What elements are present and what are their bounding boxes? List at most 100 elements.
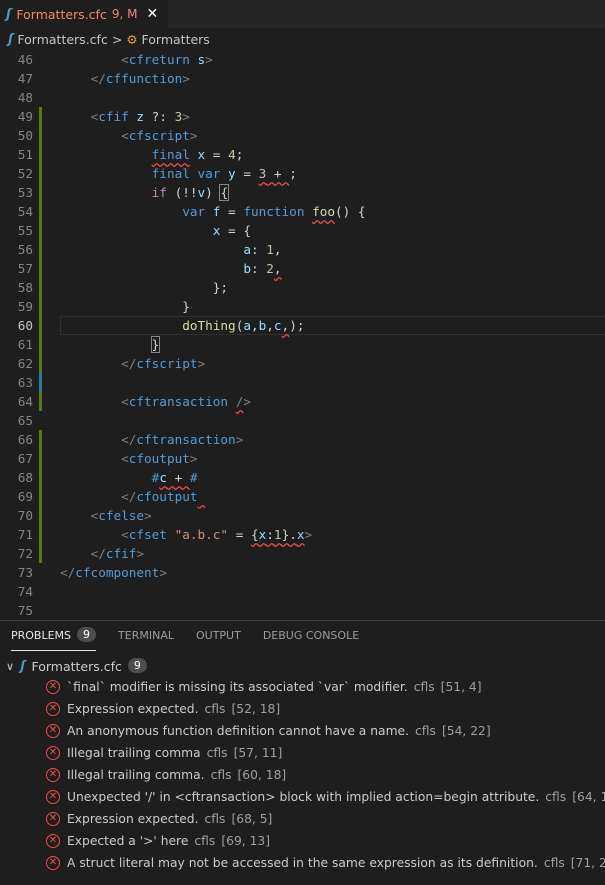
code-token: 1 <box>266 242 274 257</box>
code-token: cfif <box>105 546 137 561</box>
editor-tab-formatters[interactable]: ʃ Formatters.cfc 9, M ✕ <box>0 0 169 28</box>
coldfusion-file-icon: ʃ <box>6 6 12 22</box>
code-line[interactable]: 72 </cfif> <box>0 544 605 563</box>
gutter-modified-marker <box>39 354 42 373</box>
code-line[interactable]: 66 </cftransaction> <box>0 430 605 449</box>
problem-item[interactable]: ✕ A struct literal may not be accessed in… <box>0 852 605 874</box>
line-number: 65 <box>17 413 33 428</box>
code-token: v <box>197 185 206 200</box>
code-token: > <box>182 109 190 124</box>
code-text: <cfreturn s> <box>60 50 213 69</box>
problem-item[interactable]: ✕ Expected a '>' here cfls [69, 13] <box>0 830 605 852</box>
code-line[interactable]: 55 x = { <box>0 221 605 240</box>
code-token: > <box>189 128 198 143</box>
line-number: 72 <box>17 546 33 561</box>
gutter-modified-marker <box>39 240 42 259</box>
code-text: <cfset "a.b.c" = {x:1}.x> <box>60 525 312 544</box>
error-icon: ✕ <box>46 680 60 694</box>
problem-item[interactable]: ✕ Illegal trailing comma. cfls [60, 18] <box>0 764 605 786</box>
line-number: 75 <box>17 603 33 618</box>
code-line[interactable]: 48 <box>0 88 605 107</box>
problem-msg: Expression expected. <box>67 702 199 716</box>
line-number: 71 <box>17 527 33 542</box>
code-token: cffunction <box>105 71 183 86</box>
problem-item[interactable]: ✕ Unexpected '/' in <cftransaction> block… <box>0 786 605 808</box>
code-line[interactable]: 58 }; <box>0 278 605 297</box>
code-line[interactable]: 75 <box>0 601 605 620</box>
breadcrumb: ʃ Formatters.cfc > ⚙ Formatters <box>0 28 605 50</box>
code-line[interactable]: 57 b: 2, <box>0 259 605 278</box>
tab-debug-console[interactable]: Debug Console <box>263 629 359 651</box>
panel-tabs: Problems 9 Terminal Output Debug Console <box>0 621 605 656</box>
code-line[interactable]: 73 </cfcomponent> <box>0 563 605 582</box>
breadcrumb-symbol[interactable]: Formatters <box>142 32 210 47</box>
tab-problems[interactable]: Problems 9 <box>11 627 97 651</box>
code-line[interactable]: 51 final x = 4; <box>0 145 605 164</box>
code-line[interactable]: 54 var f = function foo() { <box>0 202 605 221</box>
code-line[interactable]: 59 } <box>0 297 605 316</box>
code-token: ) <box>205 185 221 200</box>
code-token: > <box>144 508 152 523</box>
code-line[interactable]: 70 <cfelse> <box>0 506 605 525</box>
code-token: cfscript <box>128 128 190 143</box>
chevron-down-icon[interactable]: ∨ <box>6 660 14 673</box>
tab-terminal[interactable]: Terminal <box>118 629 174 651</box>
code-token: 1 <box>273 527 282 542</box>
code-line[interactable]: 52 final var y = 3 + ; <box>0 164 605 183</box>
problem-item[interactable]: ✕ Expression expected. cfls [52, 18] <box>0 698 605 720</box>
code-line[interactable]: 49 <cfif z ?: 3> <box>0 107 605 126</box>
gutter-modified-marker <box>39 278 42 297</box>
code-line[interactable]: 63 <box>0 373 605 392</box>
code-token: < <box>121 527 129 542</box>
code-line[interactable]: 46 <cfreturn s> <box>0 50 605 69</box>
code-token: ; <box>289 166 297 181</box>
code-line[interactable]: 62 </cfscript> <box>0 354 605 373</box>
problem-src: cfls <box>545 790 567 804</box>
code-token: = <box>235 166 259 181</box>
line-number: 48 <box>17 90 33 105</box>
code-line[interactable]: 64 <cftransaction /> <box>0 392 605 411</box>
code-line[interactable]: 69 </cfoutput <box>0 487 605 506</box>
gutter-modified-marker <box>39 506 42 525</box>
problem-item[interactable]: ✕ Illegal trailing comma cfls [57, 11] <box>0 742 605 764</box>
code-token: if <box>151 185 167 200</box>
line-number: 58 <box>17 280 33 295</box>
code-line[interactable]: 50 <cfscript> <box>0 126 605 145</box>
code-line[interactable]: 60 doThing(a,b,c,); <box>0 316 605 335</box>
code-token: cfelse <box>98 508 145 523</box>
breadcrumb-file[interactable]: Formatters.cfc <box>17 32 107 47</box>
gutter-modified-marker <box>39 126 42 145</box>
problem-msg: `final` modifier is missing its associat… <box>67 680 408 694</box>
code-token: "a.b.c" <box>174 527 229 542</box>
problem-item[interactable]: ✕ Expression expected. cfls [68, 5] <box>0 808 605 830</box>
gutter-modified-marker <box>39 183 42 202</box>
code-line[interactable]: 67 <cfoutput> <box>0 449 605 468</box>
problems-file-row[interactable]: ∨ ʃ Formatters.cfc 9 <box>0 656 605 676</box>
problem-pos: [69, 13] <box>221 834 271 848</box>
code-token: > <box>197 356 206 371</box>
problem-src: cfls <box>415 724 436 738</box>
tab-output[interactable]: Output <box>196 629 241 651</box>
problem-msg: Illegal trailing comma. <box>67 768 205 782</box>
close-icon[interactable]: ✕ <box>146 6 158 22</box>
code-line[interactable]: 68 #c + # <box>0 468 605 487</box>
code-line[interactable]: 74 <box>0 582 605 601</box>
code-token: { <box>251 527 259 542</box>
gutter-modified-marker <box>39 164 42 183</box>
code-line[interactable]: 71 <cfset "a.b.c" = {x:1}.x> <box>0 525 605 544</box>
problem-item[interactable]: ✕ An anonymous function definition cannot… <box>0 720 605 742</box>
code-line[interactable]: 53 if (!!v) { <box>0 183 605 202</box>
code-editor[interactable]: 46 <cfreturn s> 47 </cffunction> 48 49 <cfi… <box>0 50 605 620</box>
code-line[interactable]: 61 } <box>0 335 605 354</box>
code-token: } <box>182 299 190 314</box>
problem-item[interactable]: ✕ `final` modifier is missing its associa… <box>0 676 605 698</box>
code-line[interactable]: 47 </cffunction> <box>0 69 605 88</box>
code-line[interactable]: 56 a: 1, <box>0 240 605 259</box>
code-line[interactable]: 65 <box>0 411 605 430</box>
